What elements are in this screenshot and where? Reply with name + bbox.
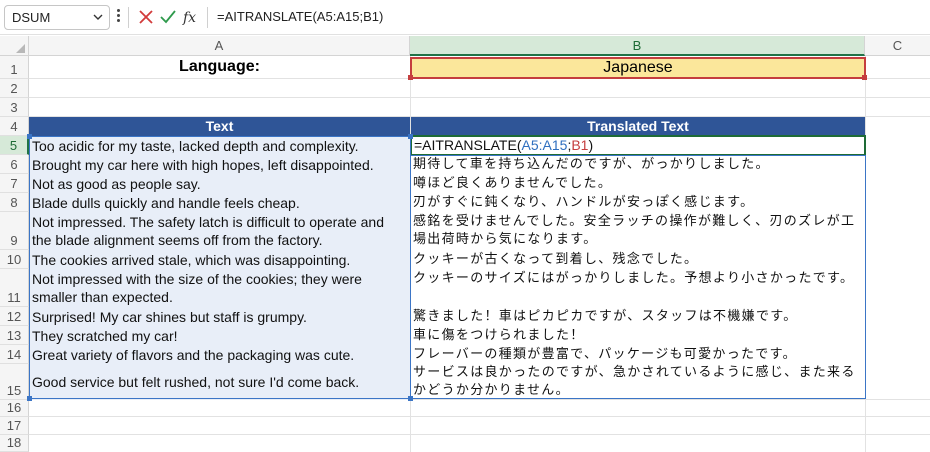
translation-cell-b9[interactable]: 感銘を受けませんでした。安全ラッチの操作が難しく、刃のズレが工場出荷時から気にな… [410, 212, 865, 250]
row-header-11[interactable]: 11 [0, 269, 29, 307]
row-header-10[interactable]: 10 [0, 250, 29, 269]
language-value-cell[interactable]: Japanese [410, 57, 866, 79]
range-handle[interactable] [27, 134, 32, 139]
formula-bar: DSUM fx =AITRANSLATE(A5:A15;B1) [0, 0, 930, 35]
column-header-a[interactable]: A [29, 36, 410, 56]
row-header-14[interactable]: 14 [0, 345, 29, 364]
row-header-9[interactable]: 9 [0, 212, 29, 250]
text-cell-a8[interactable]: Blade dulls quickly and handle feels che… [29, 193, 410, 212]
column-header-c[interactable]: C [865, 36, 930, 56]
header-translated-text[interactable]: Translated Text [411, 117, 865, 136]
column-header-bar: A B C [0, 36, 930, 56]
row-header-4[interactable]: 4 [0, 117, 29, 136]
range-handle[interactable] [862, 75, 867, 80]
range-handle[interactable] [408, 134, 413, 139]
formula-prefix: =AITRANSLATE( [414, 137, 522, 153]
formula-ref-cell: B1 [571, 137, 589, 153]
text-cell-a6[interactable]: Brought my car here with high hopes, lef… [29, 155, 410, 174]
formula-suffix: ) [588, 137, 594, 153]
text-cell-a5[interactable]: Too acidic for my taste, lacked depth an… [29, 136, 410, 155]
formula-ref-range: A5:A15 [521, 137, 568, 153]
column-header-b[interactable]: B [410, 36, 865, 56]
translation-cell-b8[interactable]: 刃がすぐに鈍くなり、ハンドルが安っぽく感じます。 [410, 193, 865, 212]
separator [128, 7, 129, 28]
separator [207, 7, 208, 28]
text-cell-a14[interactable]: Great variety of flavors and the packagi… [29, 345, 410, 364]
row-header-8[interactable]: 8 [0, 193, 29, 212]
row-header-12[interactable]: 12 [0, 307, 29, 326]
translation-cell-b11[interactable]: クッキーのサイズにはがっかりしました。予想より小さかったです。 [410, 269, 865, 307]
check-icon[interactable] [158, 7, 178, 27]
language-label[interactable]: Language: [29, 58, 410, 78]
active-cell-b5[interactable]: =AITRANSLATE(A5:A15;B1) [410, 135, 866, 156]
chevron-down-icon[interactable] [93, 14, 103, 21]
x-icon[interactable] [136, 7, 156, 27]
text-cell-a15[interactable]: Good service but felt rushed, not sure I… [29, 364, 410, 400]
fx-label: fx [182, 10, 196, 26]
text-cell-a13[interactable]: They scratched my car! [29, 326, 410, 345]
row-header-1[interactable]: 1 [0, 56, 29, 79]
row-header-17[interactable]: 17 [0, 417, 29, 435]
row-header-15[interactable]: 15 [0, 364, 29, 400]
name-box-value: DSUM [12, 10, 51, 25]
row-header-2[interactable]: 2 [0, 79, 29, 98]
text-cell-a7[interactable]: Not as good as people say. [29, 174, 410, 193]
text-cell-a11[interactable]: Not impressed with the size of the cooki… [29, 269, 410, 307]
range-handle[interactable] [27, 396, 32, 401]
text-cell-a9[interactable]: Not impressed. The safety latch is diffi… [29, 212, 410, 250]
text-cell-a10[interactable]: The cookies arrived stale, which was dis… [29, 250, 410, 269]
row-header-7[interactable]: 7 [0, 174, 29, 193]
row-header-13[interactable]: 13 [0, 326, 29, 345]
more-options-icon[interactable] [117, 9, 121, 25]
range-handle[interactable] [408, 75, 413, 80]
range-handle[interactable] [408, 396, 413, 401]
header-text[interactable]: Text [29, 117, 410, 136]
translation-cell-b13[interactable]: 車に傷をつけられました！ [410, 326, 865, 345]
fx-icon[interactable]: fx [181, 7, 201, 27]
formula-input[interactable]: =AITRANSLATE(A5:A15;B1) [217, 9, 383, 24]
select-all-button[interactable] [0, 36, 29, 56]
translation-cell-b14[interactable]: フレーバーの種類が豊富で、パッケージも可愛かったです。 [410, 345, 865, 364]
row-header-5[interactable]: 5 [0, 136, 29, 155]
translation-cell-b7[interactable]: 噂ほど良くありませんでした。 [410, 174, 865, 193]
translation-cell-b12[interactable]: 驚きました！車はピカピカですが、スタッフは不機嫌です。 [410, 307, 865, 326]
row-header-16[interactable]: 16 [0, 400, 29, 417]
row-header-3[interactable]: 3 [0, 98, 29, 117]
text-cell-a12[interactable]: Surprised! My car shines but staff is gr… [29, 307, 410, 326]
name-box[interactable]: DSUM [4, 5, 110, 30]
translation-cell-b10[interactable]: クッキーが古くなって到着し、残念でした。 [410, 250, 865, 269]
translation-cell-b6[interactable]: 期待して車を持ち込んだのですが、がっかりしました。 [410, 155, 865, 174]
row-header-6[interactable]: 6 [0, 155, 29, 174]
translation-cell-b15[interactable]: サービスは良かったのですが、急かされているように感じ、また来るかどうか分かりませ… [410, 364, 865, 400]
row-header-18[interactable]: 18 [0, 435, 29, 452]
